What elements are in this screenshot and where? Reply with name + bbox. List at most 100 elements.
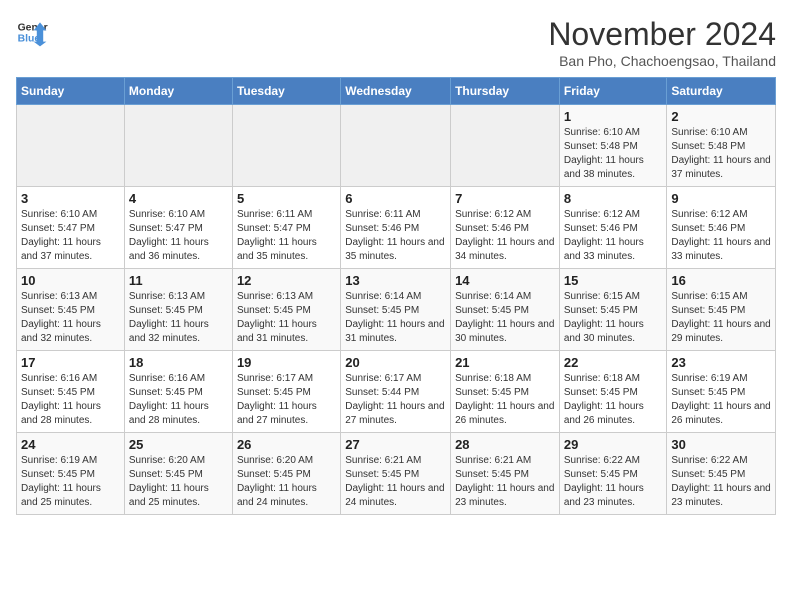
day-number: 28 (455, 437, 555, 452)
day-number: 26 (237, 437, 336, 452)
day-info: Sunrise: 6:19 AM Sunset: 5:45 PM Dayligh… (671, 372, 771, 428)
calendar-cell (17, 105, 125, 187)
logo-icon: General Blue (16, 16, 48, 48)
day-number: 5 (237, 191, 336, 206)
day-number: 7 (455, 191, 555, 206)
day-number: 19 (237, 355, 336, 370)
day-info: Sunrise: 6:10 AM Sunset: 5:47 PM Dayligh… (21, 208, 120, 264)
logo: General Blue (16, 16, 48, 48)
calendar-cell: 27 Sunrise: 6:21 AM Sunset: 5:45 PM Dayli… (341, 433, 451, 515)
calendar-cell: 22 Sunrise: 6:18 AM Sunset: 5:45 PM Dayli… (559, 351, 667, 433)
calendar-body: 1 Sunrise: 6:10 AM Sunset: 5:48 PM Daylig… (17, 105, 776, 515)
calendar-cell: 26 Sunrise: 6:20 AM Sunset: 5:45 PM Dayli… (232, 433, 340, 515)
calendar-row: 24Sunrise: 6:19 AM Sunset: 5:45 PM Dayli… (17, 433, 776, 515)
day-number: 13 (345, 273, 446, 288)
day-info: Sunrise: 6:13 AM Sunset: 5:45 PM Dayligh… (129, 290, 228, 346)
day-info: Sunrise: 6:15 AM Sunset: 5:45 PM Dayligh… (671, 290, 771, 346)
calendar-cell: 3Sunrise: 6:10 AM Sunset: 5:47 PM Daylig… (17, 187, 125, 269)
subtitle: Ban Pho, Chachoengsao, Thailand (548, 53, 776, 69)
calendar-cell: 29 Sunrise: 6:22 AM Sunset: 5:45 PM Dayli… (559, 433, 667, 515)
calendar-cell: 11 Sunrise: 6:13 AM Sunset: 5:45 PM Dayli… (124, 269, 232, 351)
day-info: Sunrise: 6:12 AM Sunset: 5:46 PM Dayligh… (455, 208, 555, 264)
calendar-cell: 14 Sunrise: 6:14 AM Sunset: 5:45 PM Dayli… (451, 269, 560, 351)
calendar-cell: 8Sunrise: 6:12 AM Sunset: 5:46 PM Daylig… (559, 187, 667, 269)
day-info: Sunrise: 6:14 AM Sunset: 5:45 PM Dayligh… (345, 290, 446, 346)
calendar-row: 1 Sunrise: 6:10 AM Sunset: 5:48 PM Daylig… (17, 105, 776, 187)
day-number: 18 (129, 355, 228, 370)
day-info: Sunrise: 6:14 AM Sunset: 5:45 PM Dayligh… (455, 290, 555, 346)
calendar-cell: 7 Sunrise: 6:12 AM Sunset: 5:46 PM Daylig… (451, 187, 560, 269)
calendar-cell: 10 Sunrise: 6:13 AM Sunset: 5:45 PM Dayli… (17, 269, 125, 351)
calendar-cell: 28 Sunrise: 6:21 AM Sunset: 5:45 PM Dayli… (451, 433, 560, 515)
calendar-cell: 13 Sunrise: 6:14 AM Sunset: 5:45 PM Dayli… (341, 269, 451, 351)
day-number: 25 (129, 437, 228, 452)
day-info: Sunrise: 6:10 AM Sunset: 5:48 PM Dayligh… (564, 126, 663, 182)
calendar-cell: 19 Sunrise: 6:17 AM Sunset: 5:45 PM Dayli… (232, 351, 340, 433)
day-number: 10 (21, 273, 120, 288)
calendar-cell (341, 105, 451, 187)
weekday-header: Tuesday (232, 78, 340, 105)
day-number: 4 (129, 191, 228, 206)
day-number: 8 (564, 191, 663, 206)
weekday-header: Thursday (451, 78, 560, 105)
day-number: 2 (671, 109, 771, 124)
page-header: General Blue November 2024 Ban Pho, Chac… (16, 16, 776, 69)
day-number: 1 (564, 109, 663, 124)
calendar-cell: 6 Sunrise: 6:11 AM Sunset: 5:46 PM Daylig… (341, 187, 451, 269)
calendar-cell: 23 Sunrise: 6:19 AM Sunset: 5:45 PM Dayli… (667, 351, 776, 433)
day-number: 9 (671, 191, 771, 206)
day-info: Sunrise: 6:16 AM Sunset: 5:45 PM Dayligh… (21, 372, 120, 428)
calendar-header: SundayMondayTuesdayWednesdayThursdayFrid… (17, 78, 776, 105)
weekday-header: Wednesday (341, 78, 451, 105)
day-number: 27 (345, 437, 446, 452)
calendar-cell (451, 105, 560, 187)
day-info: Sunrise: 6:11 AM Sunset: 5:47 PM Dayligh… (237, 208, 336, 264)
calendar-cell: 24Sunrise: 6:19 AM Sunset: 5:45 PM Dayli… (17, 433, 125, 515)
calendar-table: SundayMondayTuesdayWednesdayThursdayFrid… (16, 77, 776, 515)
calendar-cell (232, 105, 340, 187)
calendar-cell: 12 Sunrise: 6:13 AM Sunset: 5:45 PM Dayli… (232, 269, 340, 351)
day-info: Sunrise: 6:15 AM Sunset: 5:45 PM Dayligh… (564, 290, 663, 346)
weekday-header: Sunday (17, 78, 125, 105)
calendar-cell: 25 Sunrise: 6:20 AM Sunset: 5:45 PM Dayli… (124, 433, 232, 515)
calendar-cell: 15 Sunrise: 6:15 AM Sunset: 5:45 PM Dayli… (559, 269, 667, 351)
day-number: 15 (564, 273, 663, 288)
calendar-cell: 17Sunrise: 6:16 AM Sunset: 5:45 PM Dayli… (17, 351, 125, 433)
calendar-cell: 1 Sunrise: 6:10 AM Sunset: 5:48 PM Daylig… (559, 105, 667, 187)
day-number: 14 (455, 273, 555, 288)
calendar-cell: 9Sunrise: 6:12 AM Sunset: 5:46 PM Daylig… (667, 187, 776, 269)
day-info: Sunrise: 6:13 AM Sunset: 5:45 PM Dayligh… (21, 290, 120, 346)
day-number: 11 (129, 273, 228, 288)
day-number: 22 (564, 355, 663, 370)
day-info: Sunrise: 6:11 AM Sunset: 5:46 PM Dayligh… (345, 208, 446, 264)
day-number: 12 (237, 273, 336, 288)
day-info: Sunrise: 6:21 AM Sunset: 5:45 PM Dayligh… (455, 454, 555, 510)
calendar-cell: 20Sunrise: 6:17 AM Sunset: 5:44 PM Dayli… (341, 351, 451, 433)
day-number: 23 (671, 355, 771, 370)
day-info: Sunrise: 6:20 AM Sunset: 5:45 PM Dayligh… (129, 454, 228, 510)
day-number: 16 (671, 273, 771, 288)
day-info: Sunrise: 6:13 AM Sunset: 5:45 PM Dayligh… (237, 290, 336, 346)
weekday-header: Saturday (667, 78, 776, 105)
day-info: Sunrise: 6:22 AM Sunset: 5:45 PM Dayligh… (671, 454, 771, 510)
calendar-cell (124, 105, 232, 187)
calendar-cell: 4 Sunrise: 6:10 AM Sunset: 5:47 PM Daylig… (124, 187, 232, 269)
header-row: SundayMondayTuesdayWednesdayThursdayFrid… (17, 78, 776, 105)
day-info: Sunrise: 6:18 AM Sunset: 5:45 PM Dayligh… (564, 372, 663, 428)
calendar-cell: 2Sunrise: 6:10 AM Sunset: 5:48 PM Daylig… (667, 105, 776, 187)
day-number: 6 (345, 191, 446, 206)
day-number: 29 (564, 437, 663, 452)
calendar-cell: 5 Sunrise: 6:11 AM Sunset: 5:47 PM Daylig… (232, 187, 340, 269)
day-info: Sunrise: 6:17 AM Sunset: 5:45 PM Dayligh… (237, 372, 336, 428)
day-info: Sunrise: 6:19 AM Sunset: 5:45 PM Dayligh… (21, 454, 120, 510)
calendar-row: 3Sunrise: 6:10 AM Sunset: 5:47 PM Daylig… (17, 187, 776, 269)
calendar-row: 17Sunrise: 6:16 AM Sunset: 5:45 PM Dayli… (17, 351, 776, 433)
calendar-cell: 30Sunrise: 6:22 AM Sunset: 5:45 PM Dayli… (667, 433, 776, 515)
day-info: Sunrise: 6:10 AM Sunset: 5:47 PM Dayligh… (129, 208, 228, 264)
day-info: Sunrise: 6:21 AM Sunset: 5:45 PM Dayligh… (345, 454, 446, 510)
day-info: Sunrise: 6:22 AM Sunset: 5:45 PM Dayligh… (564, 454, 663, 510)
day-info: Sunrise: 6:16 AM Sunset: 5:45 PM Dayligh… (129, 372, 228, 428)
day-number: 20 (345, 355, 446, 370)
day-info: Sunrise: 6:20 AM Sunset: 5:45 PM Dayligh… (237, 454, 336, 510)
weekday-header: Friday (559, 78, 667, 105)
